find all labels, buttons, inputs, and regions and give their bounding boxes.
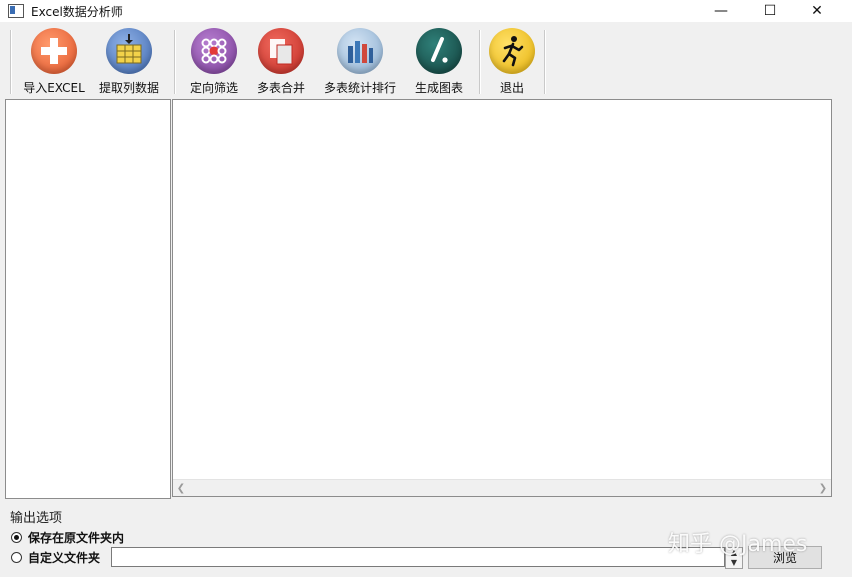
sheet-ranking-label: 多表统计排行 <box>323 81 396 95</box>
save-original-radio[interactable] <box>11 532 22 543</box>
generate-chart-button[interactable]: 生成图表 <box>410 28 468 98</box>
toolbar-separator <box>10 30 12 94</box>
title-bar: Excel数据分析师 — ☐ ✕ <box>0 0 852 22</box>
data-view-panel[interactable]: ❮ ❯ <box>172 99 832 497</box>
save-original-label: 保存在原文件夹内 <box>28 531 125 545</box>
exit-runner-icon <box>489 28 535 74</box>
import-excel-button[interactable]: 导入EXCEL <box>22 28 86 98</box>
custom-folder-input[interactable] <box>111 547 725 567</box>
merge-sheets-label: 多表合并 <box>256 81 305 95</box>
filter-dots-icon <box>191 28 237 74</box>
app-icon <box>8 4 24 18</box>
extract-column-icon <box>106 28 152 74</box>
exit-label: 退出 <box>499 81 524 95</box>
horizontal-scrollbar[interactable]: ❮ ❯ <box>173 479 831 496</box>
exit-button[interactable]: 退出 <box>488 28 536 98</box>
custom-folder-radio[interactable] <box>11 552 22 563</box>
watermark: 知乎 @James <box>668 532 808 557</box>
chart-pen-icon <box>416 28 462 74</box>
toolbar: 导入EXCEL 提取列数据 定向筛选 多表合并 多表统计排行 生成图表 退出 <box>0 24 852 98</box>
toolbar-separator <box>544 30 546 94</box>
targeted-filter-button[interactable]: 定向筛选 <box>186 28 242 98</box>
toolbar-separator <box>479 30 481 94</box>
scroll-right-icon[interactable]: ❯ <box>815 480 831 496</box>
file-list-panel[interactable] <box>5 99 171 499</box>
extract-column-label: 提取列数据 <box>98 81 159 95</box>
custom-folder-option[interactable]: 自定义文件夹 <box>11 549 100 566</box>
custom-folder-label: 自定义文件夹 <box>28 551 101 565</box>
targeted-filter-label: 定向筛选 <box>189 81 238 95</box>
merge-sheets-icon <box>258 28 304 74</box>
merge-sheets-button[interactable]: 多表合并 <box>253 28 309 98</box>
window-title: Excel数据分析师 <box>31 4 123 19</box>
scroll-left-icon[interactable]: ❮ <box>173 480 189 496</box>
close-button[interactable]: ✕ <box>794 0 840 22</box>
maximize-button[interactable]: ☐ <box>747 0 793 22</box>
generate-chart-label: 生成图表 <box>414 81 463 95</box>
sheet-ranking-button[interactable]: 多表统计排行 <box>320 28 400 98</box>
save-original-option[interactable]: 保存在原文件夹内 <box>11 529 124 546</box>
import-excel-label: 导入EXCEL <box>23 81 85 95</box>
import-plus-icon <box>31 28 77 74</box>
spin-down-icon[interactable]: ▼ <box>726 558 742 568</box>
toolbar-separator <box>174 30 176 94</box>
output-options-label: 输出选项 <box>10 511 63 526</box>
minimize-button[interactable]: — <box>698 0 744 22</box>
extract-column-button[interactable]: 提取列数据 <box>96 28 162 98</box>
bar-ranking-icon <box>337 28 383 74</box>
